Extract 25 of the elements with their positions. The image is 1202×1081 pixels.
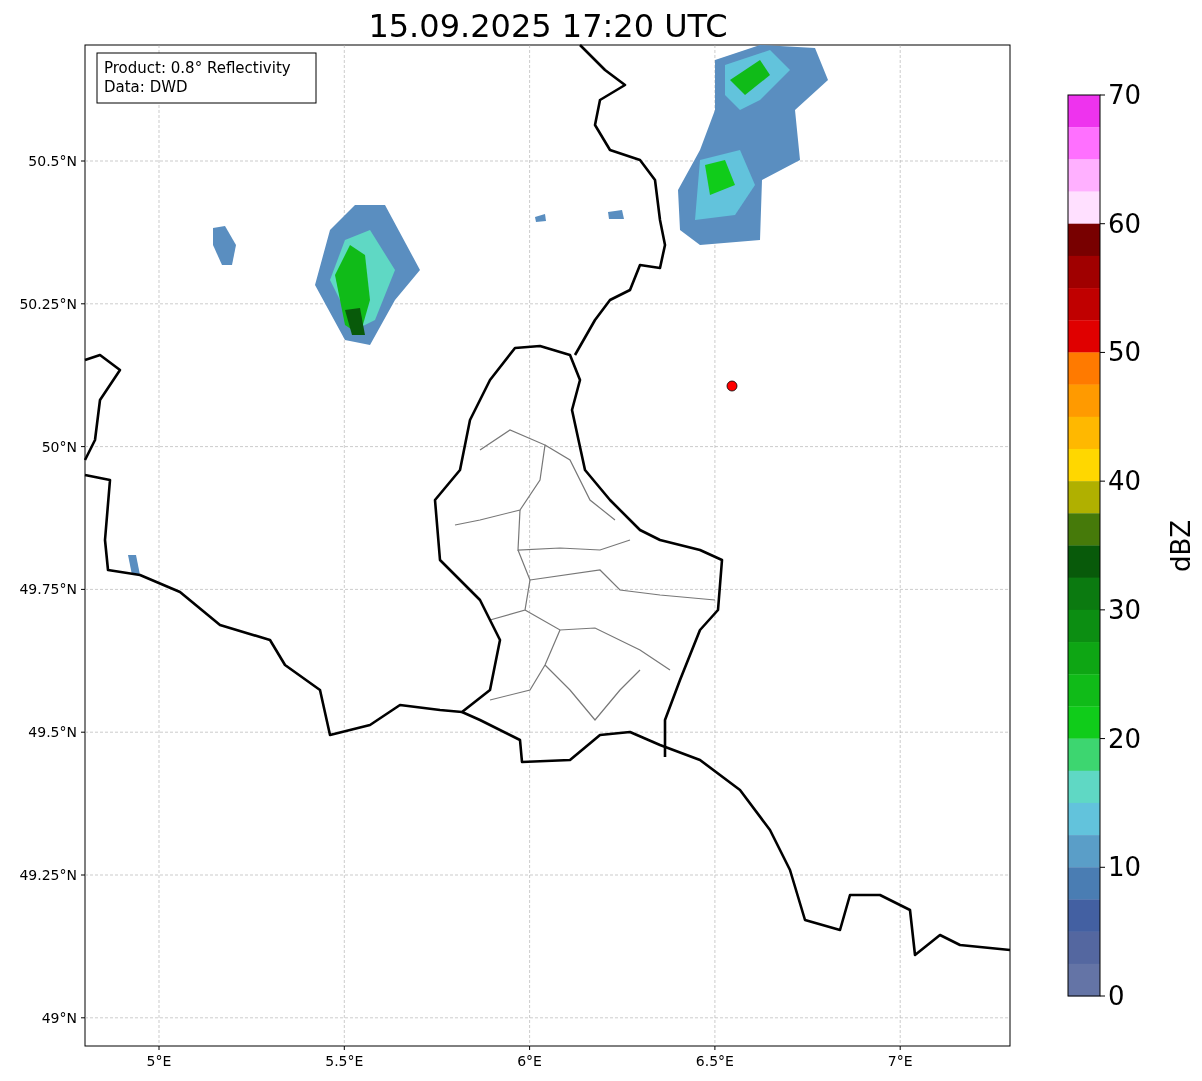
latitude-label: 50.25°N	[19, 295, 77, 312]
colorbar-tick-label: 30	[1108, 594, 1142, 625]
latitude-label: 50°N	[41, 438, 77, 455]
colorbar-tick-label: 50	[1108, 337, 1142, 368]
latitude-label: 49.25°N	[19, 867, 77, 883]
info-text: Data: DWD	[104, 78, 188, 96]
longitude-label: 5°E	[146, 1053, 172, 1069]
longitude-label: 6°E	[517, 1053, 542, 1069]
latitude-label: 50.5°N	[28, 153, 77, 169]
colorbar-tick-label: 10	[1108, 852, 1142, 883]
longitude-label: 6.5°E	[695, 1053, 734, 1069]
colorbar-tick-label: 40	[1108, 466, 1142, 497]
latitude-label: 49°N	[41, 1009, 77, 1026]
latitude-label: 49.75°N	[19, 581, 77, 598]
figure-title: 15.09.2025 17:20 UTC	[368, 7, 728, 45]
latitude-label: 49.5°N	[28, 724, 77, 741]
location-marker	[726, 380, 738, 392]
colorbar-tick-label: 20	[1108, 723, 1142, 754]
colorbar-label: dBZ	[1166, 519, 1196, 573]
colorbar-tick-label: 70	[1108, 80, 1142, 110]
colorbar-tick-label: 0	[1108, 981, 1125, 1011]
longitude-label: 5.5°E	[325, 1053, 364, 1069]
longitude-label: 7°E	[887, 1053, 913, 1069]
colorbar-tick-label: 60	[1108, 208, 1142, 239]
info-text: Product: 0.8° Reflectivity	[104, 59, 291, 77]
